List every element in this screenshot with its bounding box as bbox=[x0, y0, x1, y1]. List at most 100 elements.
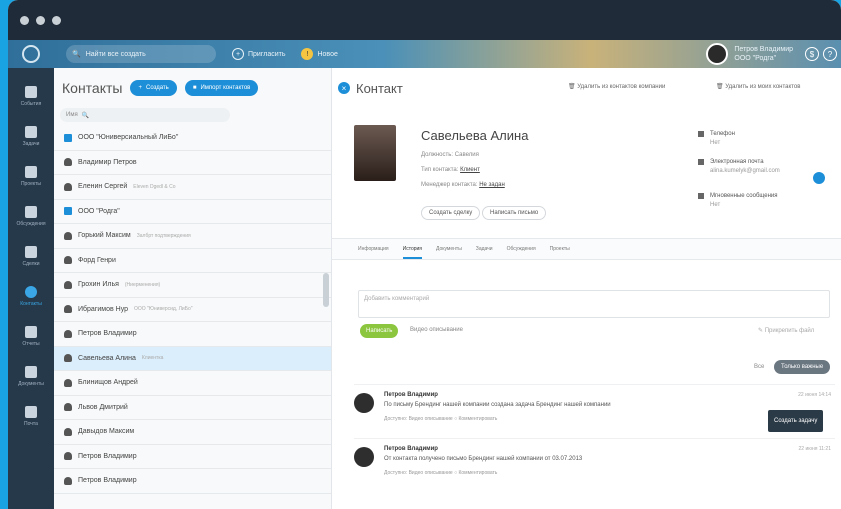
list-item[interactable]: Блинищов Андрей bbox=[54, 371, 331, 396]
create-contact-button[interactable]: + Создать bbox=[130, 80, 177, 96]
sidebar-item-4[interactable]: Сделки bbox=[8, 236, 54, 276]
mail-icon bbox=[25, 405, 37, 418]
person-icon bbox=[64, 427, 72, 436]
building-icon bbox=[64, 133, 72, 142]
manager-link[interactable]: Не задан bbox=[479, 182, 505, 188]
dollar-icon[interactable]: $ bbox=[805, 47, 819, 61]
attach-file-button[interactable]: ✎ Прикрепить файл bbox=[758, 327, 814, 334]
create-deal-button[interactable]: Создать сделку bbox=[421, 206, 481, 220]
feed-item: Петров Владимир От контакта получено пись… bbox=[354, 438, 835, 492]
person-icon bbox=[64, 305, 72, 314]
send-comment-button[interactable]: Написать bbox=[360, 324, 399, 338]
search-icon: 🔍 bbox=[72, 51, 81, 58]
tab-2[interactable]: Документы bbox=[436, 246, 462, 252]
manager-field: Менеджер контакта: Не задан bbox=[421, 182, 505, 188]
feed-links[interactable]: Доступно: Видео описывание ○ Комментиров… bbox=[384, 470, 497, 476]
logo[interactable] bbox=[8, 45, 54, 63]
feed-author[interactable]: Петров Владимир bbox=[384, 392, 438, 398]
sidebar-item-label: Задачи bbox=[22, 140, 40, 147]
sidebar-item-label: Отчеты bbox=[22, 340, 40, 347]
list-item[interactable]: Львов Дмитрий bbox=[54, 396, 331, 420]
tab-0[interactable]: Информация bbox=[358, 246, 389, 252]
filter-all[interactable]: Все bbox=[754, 364, 764, 370]
list-item[interactable]: Петров Владимир bbox=[54, 445, 331, 469]
person-icon bbox=[64, 280, 72, 289]
list-item[interactable]: Еленин Сергей Eleven Dgedl & Co bbox=[54, 175, 331, 200]
minimize-dot[interactable] bbox=[36, 15, 45, 25]
list-item[interactable]: Владимир Петров bbox=[54, 151, 331, 175]
sidebar-item-label: События bbox=[20, 100, 42, 107]
sidebar-item-1[interactable]: Задачи bbox=[8, 116, 54, 156]
feed-links[interactable]: Доступно: Видео описывание ○ Комментиров… bbox=[384, 416, 497, 422]
person-icon bbox=[64, 158, 72, 167]
sidebar-item-5[interactable]: Контакты bbox=[8, 276, 54, 316]
feed-text: По письму Брендинг нашей компании создан… bbox=[384, 402, 611, 408]
list-item[interactable]: Ибрагимов Нур ООО "Юниверсид, ЛиБо" bbox=[54, 298, 331, 322]
calendar-icon bbox=[25, 85, 37, 98]
contact-name: Савельева Алина bbox=[421, 128, 529, 143]
delete-company-contact-button[interactable]: 🗑 Удалить из контактов компании bbox=[568, 83, 665, 90]
contact-row-name: Петров Владимир bbox=[78, 477, 137, 485]
new-button[interactable]: ! Новое bbox=[301, 48, 338, 60]
person-icon bbox=[64, 231, 72, 240]
contacts-list: ООО "Юниверсиальный ЛиБо" Владимир Петров… bbox=[54, 126, 331, 494]
sidebar-item-0[interactable]: События bbox=[8, 76, 54, 116]
help-icon[interactable]: ? bbox=[823, 47, 837, 61]
tab-5[interactable]: Проекты bbox=[550, 246, 570, 252]
scrollbar[interactable] bbox=[323, 273, 329, 307]
write-letter-button[interactable]: Написать письмо bbox=[482, 206, 547, 220]
position-field: Должность: Савелия bbox=[421, 152, 479, 158]
list-item[interactable]: ООО "Родга" bbox=[54, 200, 331, 224]
import-contacts-button[interactable]: ■ Импорт контактов bbox=[184, 80, 259, 96]
user-org: ООО "Родга" bbox=[734, 55, 777, 62]
phone-info: Телефон Нет bbox=[698, 130, 735, 148]
list-item[interactable]: Петров Владимир bbox=[54, 322, 331, 347]
person-icon bbox=[64, 182, 72, 191]
filter-label: Имя bbox=[66, 112, 78, 118]
sidebar-item-3[interactable]: Обсуждения bbox=[8, 196, 54, 236]
sidebar-item-2[interactable]: Проекты bbox=[8, 156, 54, 196]
delete-my-contact-button[interactable]: 🗑 Удалить из моих контактов bbox=[716, 83, 800, 90]
chat-icon bbox=[25, 205, 37, 218]
email-link[interactable]: alina.kumelyk@gmail.com bbox=[710, 167, 780, 176]
sidebar-item-label: Почта bbox=[24, 420, 38, 427]
search-input[interactable]: 🔍 Найти все создать bbox=[66, 45, 216, 63]
sidebar-item-6[interactable]: Отчеты bbox=[8, 316, 54, 356]
close-icon[interactable]: × bbox=[338, 82, 350, 94]
name-filter-input[interactable]: Имя 🔍 bbox=[60, 108, 230, 122]
contact-row-name: Грохин Илья bbox=[78, 281, 119, 289]
contact-row-name: Горький Максим bbox=[78, 232, 131, 240]
contact-row-name: Блинищов Андрей bbox=[78, 379, 138, 387]
invite-button[interactable]: + Пригласить bbox=[232, 48, 285, 60]
list-item[interactable]: ООО "Юниверсиальный ЛиБо" bbox=[54, 126, 331, 151]
list-item[interactable]: Савельева Алина Клиентка bbox=[54, 346, 331, 371]
tab-4[interactable]: Обсуждения bbox=[507, 246, 536, 252]
sidebar-item-7[interactable]: Документы bbox=[8, 356, 54, 396]
tab-1[interactable]: История bbox=[402, 239, 423, 259]
list-item[interactable]: Форд Генри bbox=[54, 249, 331, 273]
feed-author[interactable]: Петров Владимир bbox=[384, 446, 438, 452]
list-item[interactable]: Петров Владимир bbox=[54, 469, 331, 494]
sidebar-item-8[interactable]: Почта bbox=[8, 396, 54, 436]
contact-title: Контакт bbox=[356, 80, 403, 96]
flask-icon bbox=[25, 245, 37, 258]
list-item[interactable]: Грохин Илья (Ниерменения) bbox=[54, 273, 331, 298]
history-label[interactable]: Видео описывание bbox=[410, 327, 463, 333]
sidebar-item-label: Документы bbox=[18, 380, 44, 387]
type-link[interactable]: Клиент bbox=[460, 167, 480, 173]
avatar bbox=[354, 447, 374, 467]
user-menu[interactable]: Петров Владимир ООО "Родга" bbox=[706, 43, 793, 65]
feed-text: От контакта получено письмо Брендинг наш… bbox=[384, 456, 583, 462]
contact-row-sub: (Ниерменения) bbox=[124, 281, 161, 288]
skype-icon[interactable] bbox=[813, 172, 825, 184]
filter-important[interactable]: Только важные bbox=[774, 360, 831, 374]
tab-3[interactable]: Задачи bbox=[476, 246, 493, 252]
close-dot[interactable] bbox=[20, 15, 29, 25]
create-task-tooltip: Создать задачу bbox=[768, 410, 824, 432]
list-item[interactable]: Горький Максим Залбрт подтверждения bbox=[54, 224, 331, 249]
person-icon bbox=[25, 285, 37, 298]
list-item[interactable]: Давыдов Максим bbox=[54, 420, 331, 445]
contact-row-name: Владимир Петров bbox=[78, 158, 137, 166]
comment-input[interactable]: Добавить комментарий bbox=[358, 290, 830, 318]
maximize-dot[interactable] bbox=[52, 15, 61, 25]
